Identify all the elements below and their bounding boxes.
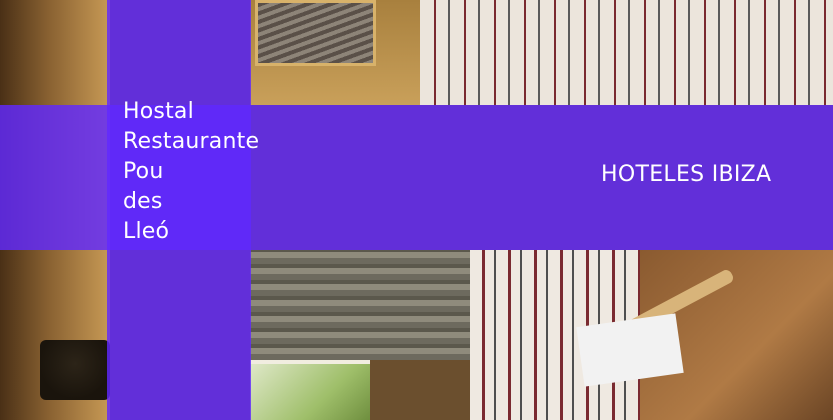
- hotel-title-line: Hostal: [123, 99, 194, 124]
- mirror: [255, 0, 376, 66]
- hotel-title-line: Lleó: [123, 219, 170, 244]
- hotel-title[interactable]: Hostal Restaurante Pou des Lleó: [123, 97, 259, 247]
- window: [250, 360, 370, 420]
- stand: [40, 340, 110, 400]
- bed-top: [420, 0, 833, 105]
- hotel-title-line: Pou: [123, 159, 164, 184]
- curtain: [250, 250, 470, 360]
- category-link[interactable]: HOTELES IBIZA: [601, 161, 771, 189]
- hotel-title-line: Restaurante: [123, 129, 260, 154]
- hotel-title-line: des: [123, 189, 163, 214]
